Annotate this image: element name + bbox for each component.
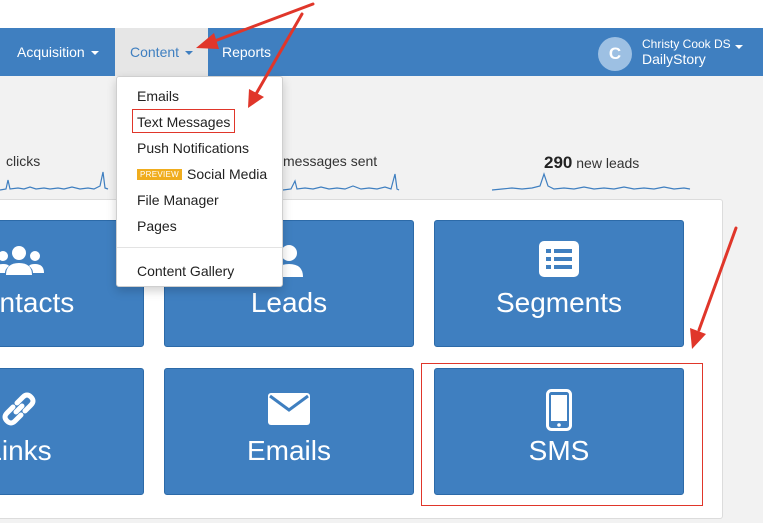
menu-item-social-media[interactable]: PREVIEW Social Media [137,166,267,182]
clicks-sparkline [0,171,109,191]
links-label: Links [0,435,52,466]
messages-sparkline [283,173,400,191]
stat-messages: messages sent [283,153,377,169]
user-menu[interactable]: C Christy Cook DS DailyStory [598,36,758,72]
nav-content-label: Content [130,44,180,60]
menu-item-content-gallery[interactable]: Content Gallery [137,263,234,279]
avatar: C [598,37,632,71]
menu-item-file-manager[interactable]: File Manager [137,192,219,208]
chevron-down-icon [185,51,194,56]
page: Acquisition Content Reports C Christy Co… [0,0,763,523]
chevron-down-icon [735,45,743,49]
nav-reports[interactable]: Reports [222,28,271,76]
sms-tile-highlight-box [421,363,703,506]
user-company: DailyStory [642,51,706,67]
nav-content[interactable]: Content [115,28,208,76]
menu-divider [117,247,282,248]
list-icon [539,241,579,277]
user-name: Christy Cook DS [642,37,731,51]
contacts-label: Contacts [0,287,75,318]
preview-badge: PREVIEW [137,169,182,180]
emails-tile[interactable]: Emails [164,368,414,495]
text-messages-highlight-box [132,109,235,133]
link-icon [2,392,36,426]
users-icon [0,246,44,275]
leads-label: Leads [250,287,328,318]
stat-messages-label: messages sent [283,153,378,169]
menu-item-pages[interactable]: Pages [137,218,177,234]
leads-sparkline [492,172,691,191]
top-strip [0,0,763,28]
menu-item-emails[interactable]: Emails [137,88,179,104]
emails-label: Emails [246,435,331,466]
segments-label: Segments [495,287,623,318]
segments-tile[interactable]: Segments [434,220,684,347]
nav-acquisition[interactable]: Acquisition [17,28,99,76]
menu-item-push-notifications[interactable]: Push Notifications [137,140,249,156]
links-tile[interactable]: Links [0,368,144,495]
stat-clicks: clicks [6,153,40,169]
nav-reports-label: Reports [222,44,272,60]
stat-clicks-label: clicks [6,153,41,169]
envelope-icon [268,393,310,425]
nav-acquisition-label: Acquisition [17,44,85,60]
chevron-down-icon [90,51,99,56]
menu-item-social-media-label: Social Media [187,166,268,182]
content-dropdown-menu: Emails Text Messages Push Notifications … [116,76,283,287]
